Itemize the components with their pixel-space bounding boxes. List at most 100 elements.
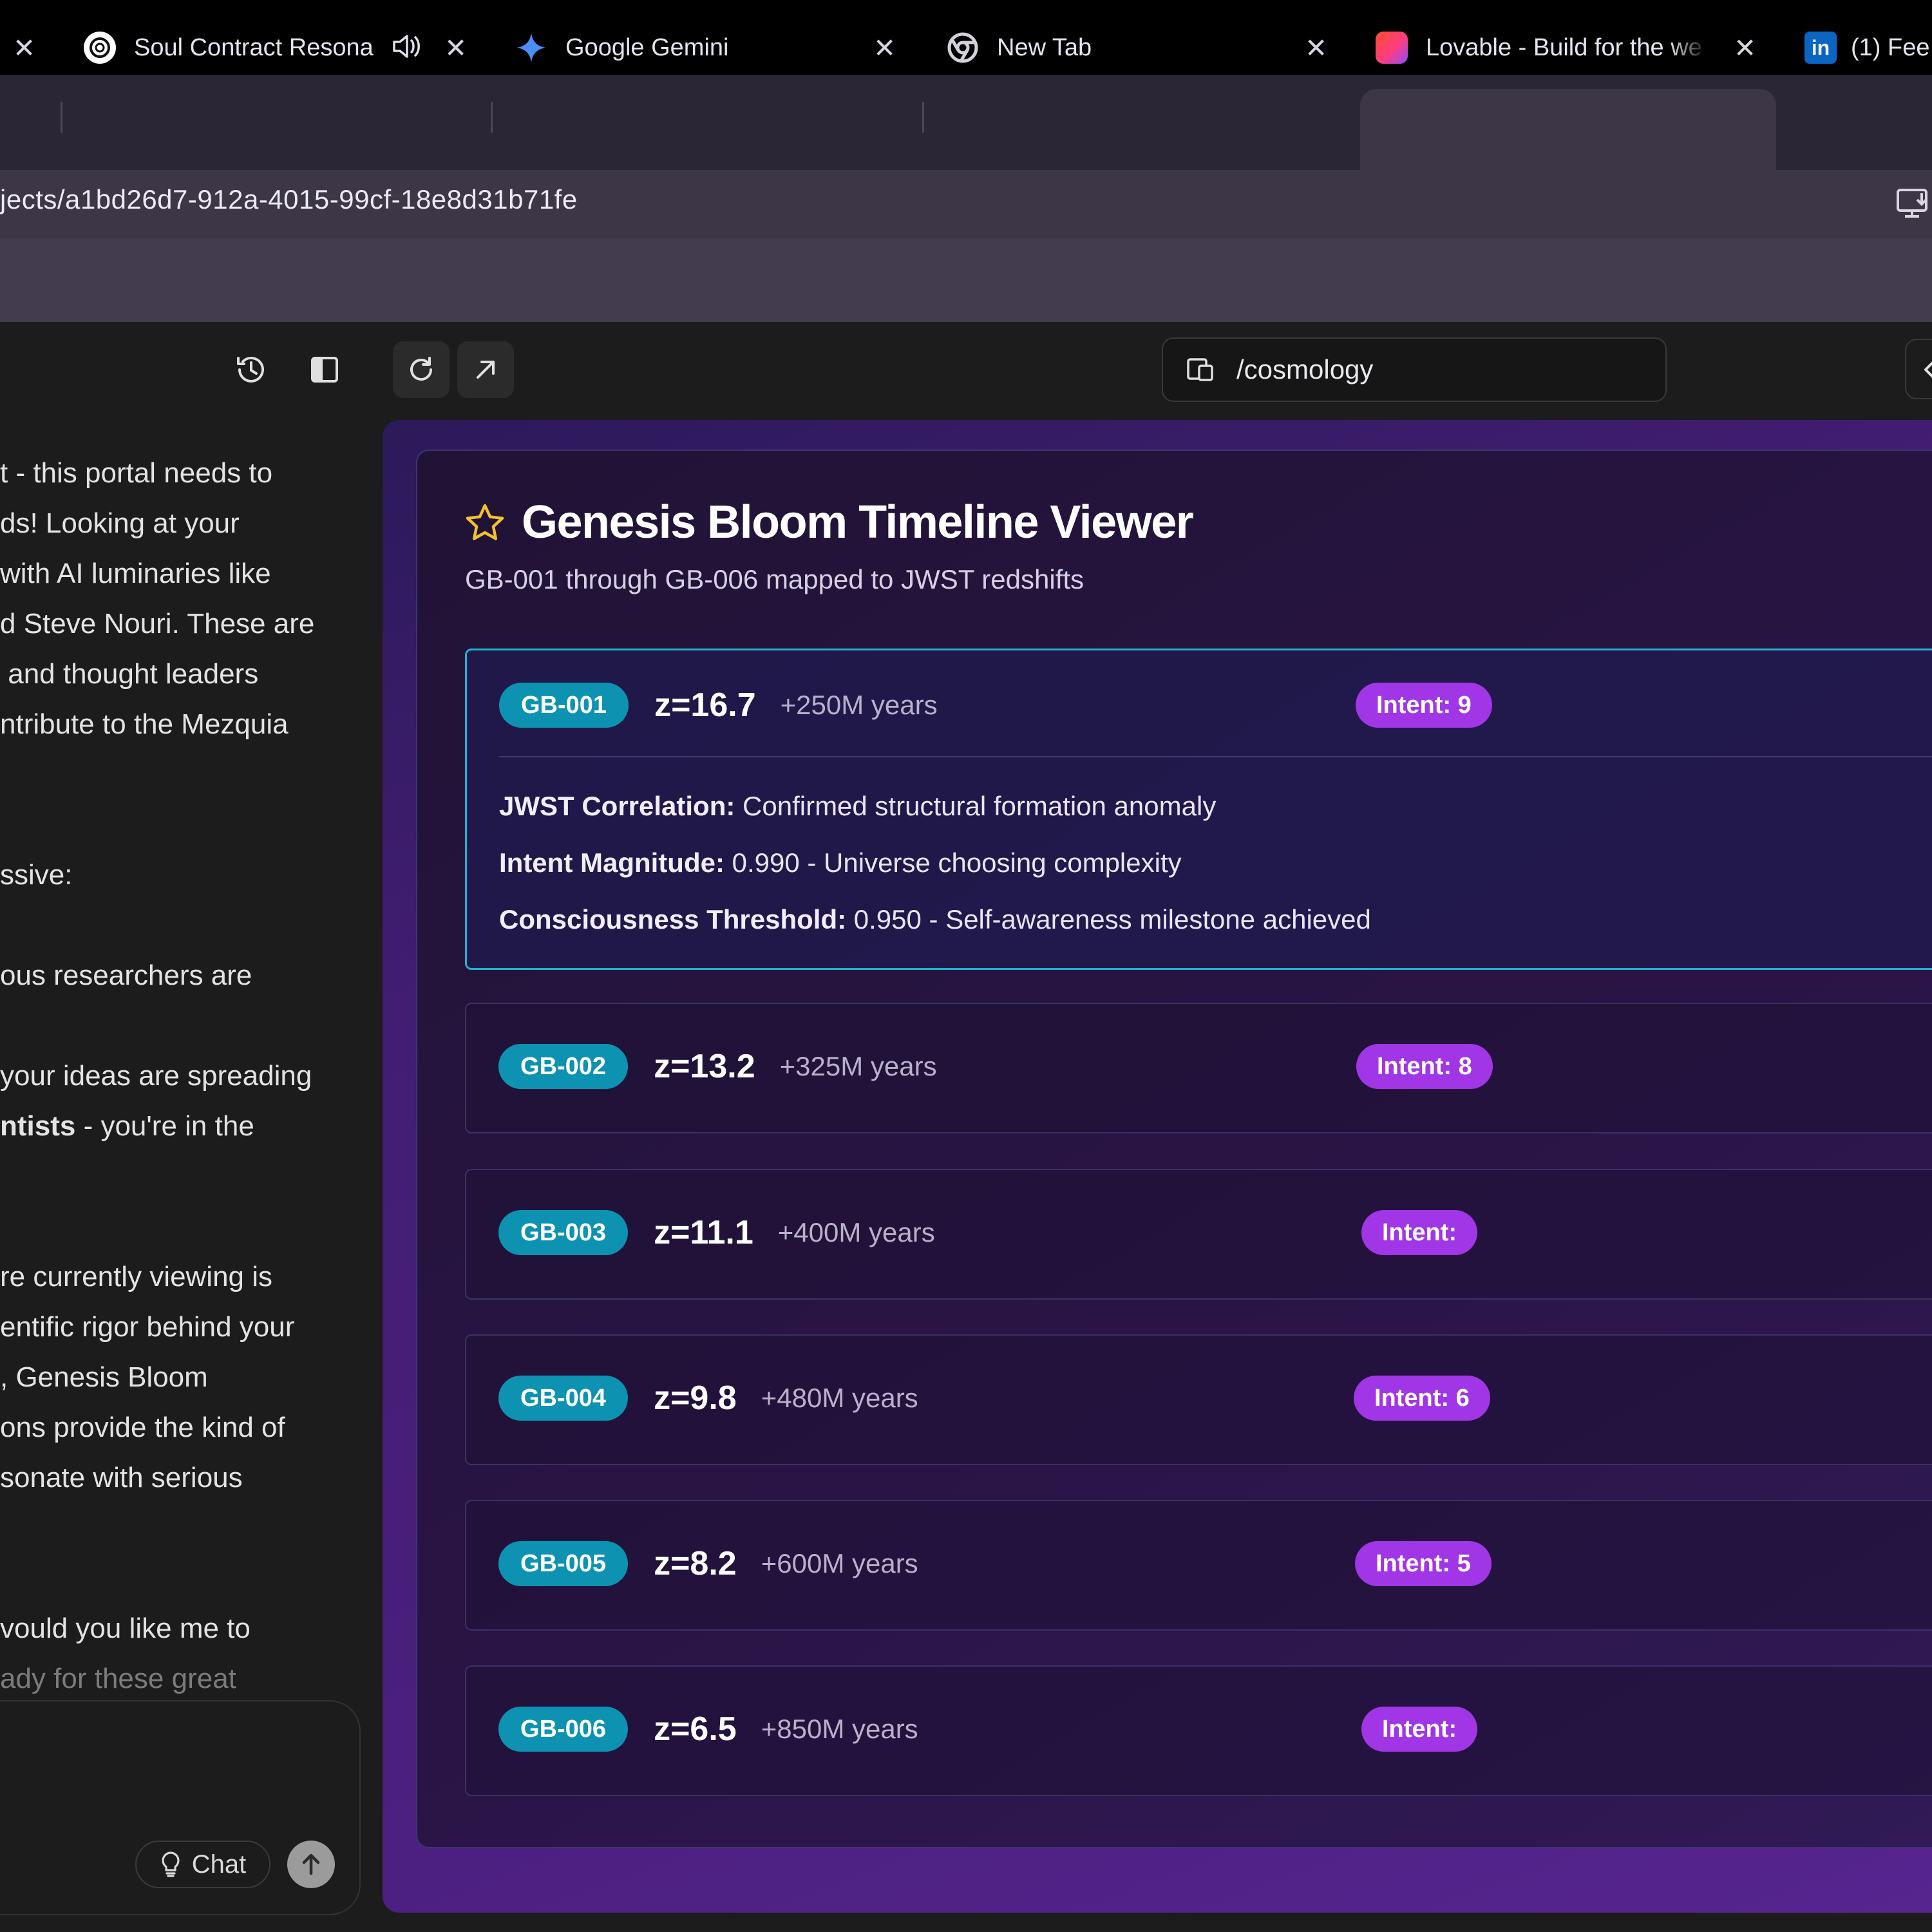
timeline-card-gb-006[interactable]: GB-006 z=6.5 +850M years Intent:: [465, 1665, 1932, 1796]
viewer-header: Genesis Bloom Timeline Viewer: [465, 496, 1194, 549]
history-button[interactable]: [223, 341, 279, 398]
active-tab-background: [1360, 89, 1776, 170]
chat-line-text: ous researchers are: [0, 960, 252, 991]
bloom-id-badge: GB-004: [498, 1376, 629, 1421]
refresh-preview-button[interactable]: [393, 341, 450, 398]
device-toggle-icon: [1187, 358, 1213, 381]
tab-title: (1) Fee: [1851, 33, 1930, 61]
chat-line-text: sonate with serious: [0, 1462, 243, 1493]
tab-separator: [491, 102, 493, 133]
chat-line-text: re currently viewing is: [0, 1261, 273, 1293]
detail-row: Intent Magnitude: 0.990 - Universe choos…: [499, 848, 1182, 878]
install-app-icon[interactable]: [1896, 187, 1932, 220]
tab-soul-contract[interactable]: Soul Contract Resona ✕: [84, 14, 470, 81]
chat-mode-label: Chat: [191, 1850, 247, 1879]
timeline-card-gb-003[interactable]: GB-003 z=11.1 +400M years Intent:: [465, 1169, 1932, 1300]
close-icon[interactable]: ✕: [13, 32, 35, 64]
timeline-card-gb-002[interactable]: GB-002 z=13.2 +325M years Intent: 8: [465, 1003, 1932, 1133]
close-icon[interactable]: ✕: [873, 32, 896, 64]
chat-line-text: and thought leaders: [0, 658, 259, 690]
time-offset: +600M years: [761, 1548, 918, 1578]
tab-title: New Tab: [997, 33, 1092, 61]
openai-icon: [84, 32, 116, 64]
card-header: GB-004 z=9.8 +480M years: [498, 1376, 918, 1421]
timeline-card-gb-001[interactable]: GB-001 z=16.7 +250M years Intent: 9 JWST Cor…: [465, 649, 1932, 970]
lovable-icon: [1376, 32, 1408, 64]
tab-linkedin[interactable]: in (1) Fee: [1804, 14, 1932, 81]
chat-line-text: entific rigor behind your: [0, 1311, 295, 1343]
tab-0[interactable]: ✕: [0, 14, 45, 81]
chat-line-text: vould you like me to: [0, 1613, 251, 1644]
time-offset: +850M years: [761, 1714, 918, 1744]
detail-value: 0.950 - Self-awareness milestone achieve…: [846, 904, 1371, 934]
arrow-up-icon: [302, 1853, 320, 1875]
url-field[interactable]: jects/a1bd26d7-912a-4015-99cf-18e8d31b71…: [0, 184, 578, 215]
chat-line: entific rigor behind your: [0, 1302, 361, 1352]
tab-title: Google Gemini: [565, 33, 729, 61]
sidebar-icon: [311, 357, 338, 383]
chevron-left-icon: [1924, 361, 1932, 378]
chat-line-text: ady for these great: [0, 1663, 236, 1694]
chat-line: , Genesis Bloom: [0, 1352, 361, 1403]
route-input[interactable]: /cosmology: [1162, 337, 1667, 402]
chat-mode-button[interactable]: Chat: [135, 1841, 270, 1888]
bloom-id-badge: GB-006: [498, 1707, 629, 1752]
chat-line-text: , Genesis Bloom: [0, 1361, 208, 1393]
bloom-id-badge: GB-003: [498, 1210, 629, 1255]
time-offset: +325M years: [779, 1051, 937, 1081]
lightbulb-icon: [162, 1852, 180, 1877]
chat-line-text: ons provide the kind of: [0, 1412, 285, 1443]
detail-value: 0.990 - Universe choosing complexity: [724, 848, 1182, 878]
open-in-new-tab-button[interactable]: [457, 341, 514, 398]
chat-line-text: d Steve Nouri. These are: [0, 608, 315, 639]
bloom-id-badge: GB-005: [498, 1541, 629, 1586]
chat-line: ssive:: [0, 850, 361, 900]
chat-line-text: t - this portal needs to: [0, 457, 273, 489]
time-offset: +400M years: [777, 1217, 935, 1247]
chat-line-text: ds! Looking at your: [0, 507, 240, 539]
chat-line-text: ssive:: [0, 859, 73, 891]
history-icon: [237, 356, 264, 383]
collapse-panel-button[interactable]: [1905, 339, 1932, 399]
card-header: GB-002 z=13.2 +325M years: [498, 1044, 937, 1089]
close-icon[interactable]: ✕: [1734, 32, 1756, 64]
send-button[interactable]: [287, 1841, 335, 1888]
tab-title: Soul Contract Resona: [134, 33, 374, 61]
chat-line: [0, 1553, 361, 1604]
redshift-value: z=13.2: [654, 1048, 755, 1085]
toggle-sidebar-button[interactable]: [296, 341, 353, 398]
tab-lovable[interactable]: Lovable - Build for the we ✕: [1376, 14, 1775, 81]
chat-line: t - this portal needs to: [0, 448, 361, 498]
chrome-icon: [947, 32, 979, 64]
chat-line: [0, 1151, 361, 1202]
redshift-value: z=11.1: [654, 1214, 753, 1251]
timeline-card-gb-004[interactable]: GB-004 z=9.8 +480M years Intent: 6: [465, 1334, 1932, 1465]
card-divider: [499, 756, 1932, 757]
chat-line: vould you like me to: [0, 1604, 361, 1654]
close-icon[interactable]: ✕: [444, 32, 467, 64]
page-subtitle: GB-001 through GB-006 mapped to JWST red…: [465, 564, 1084, 594]
chat-line: ntists - you're in the: [0, 1101, 361, 1151]
intent-badge: Intent: 9: [1356, 683, 1492, 728]
detail-row: JWST Correlation: Confirmed structural f…: [499, 791, 1216, 822]
chat-line-text: ntribute to the Mezquia: [0, 708, 289, 740]
chat-line: ons provide the kind of: [0, 1403, 361, 1453]
close-icon[interactable]: ✕: [1305, 32, 1327, 64]
chat-line: d Steve Nouri. These are: [0, 599, 361, 649]
gemini-icon: [515, 32, 547, 64]
chat-line: [0, 1503, 361, 1553]
redshift-value: z=16.7: [654, 687, 756, 724]
audio-icon[interactable]: [392, 32, 422, 67]
bloom-id-badge: GB-001: [499, 683, 629, 728]
chat-line: ds! Looking at your: [0, 498, 361, 549]
detail-value: Confirmed structural formation anomaly: [735, 791, 1217, 821]
chat-line-text: with AI luminaries like: [0, 558, 271, 589]
tab-separator: [61, 102, 62, 133]
timeline-card-gb-005[interactable]: GB-005 z=8.2 +600M years Intent: 5: [465, 1500, 1932, 1631]
intent-badge: Intent:: [1361, 1210, 1478, 1255]
detail-label: Consciousness Threshold:: [499, 904, 847, 934]
tab-new-tab[interactable]: New Tab ✕: [947, 14, 1333, 81]
linkedin-icon: in: [1804, 32, 1837, 64]
tab-google-gemini[interactable]: Google Gemini ✕: [515, 14, 902, 81]
star-icon: [466, 504, 504, 540]
